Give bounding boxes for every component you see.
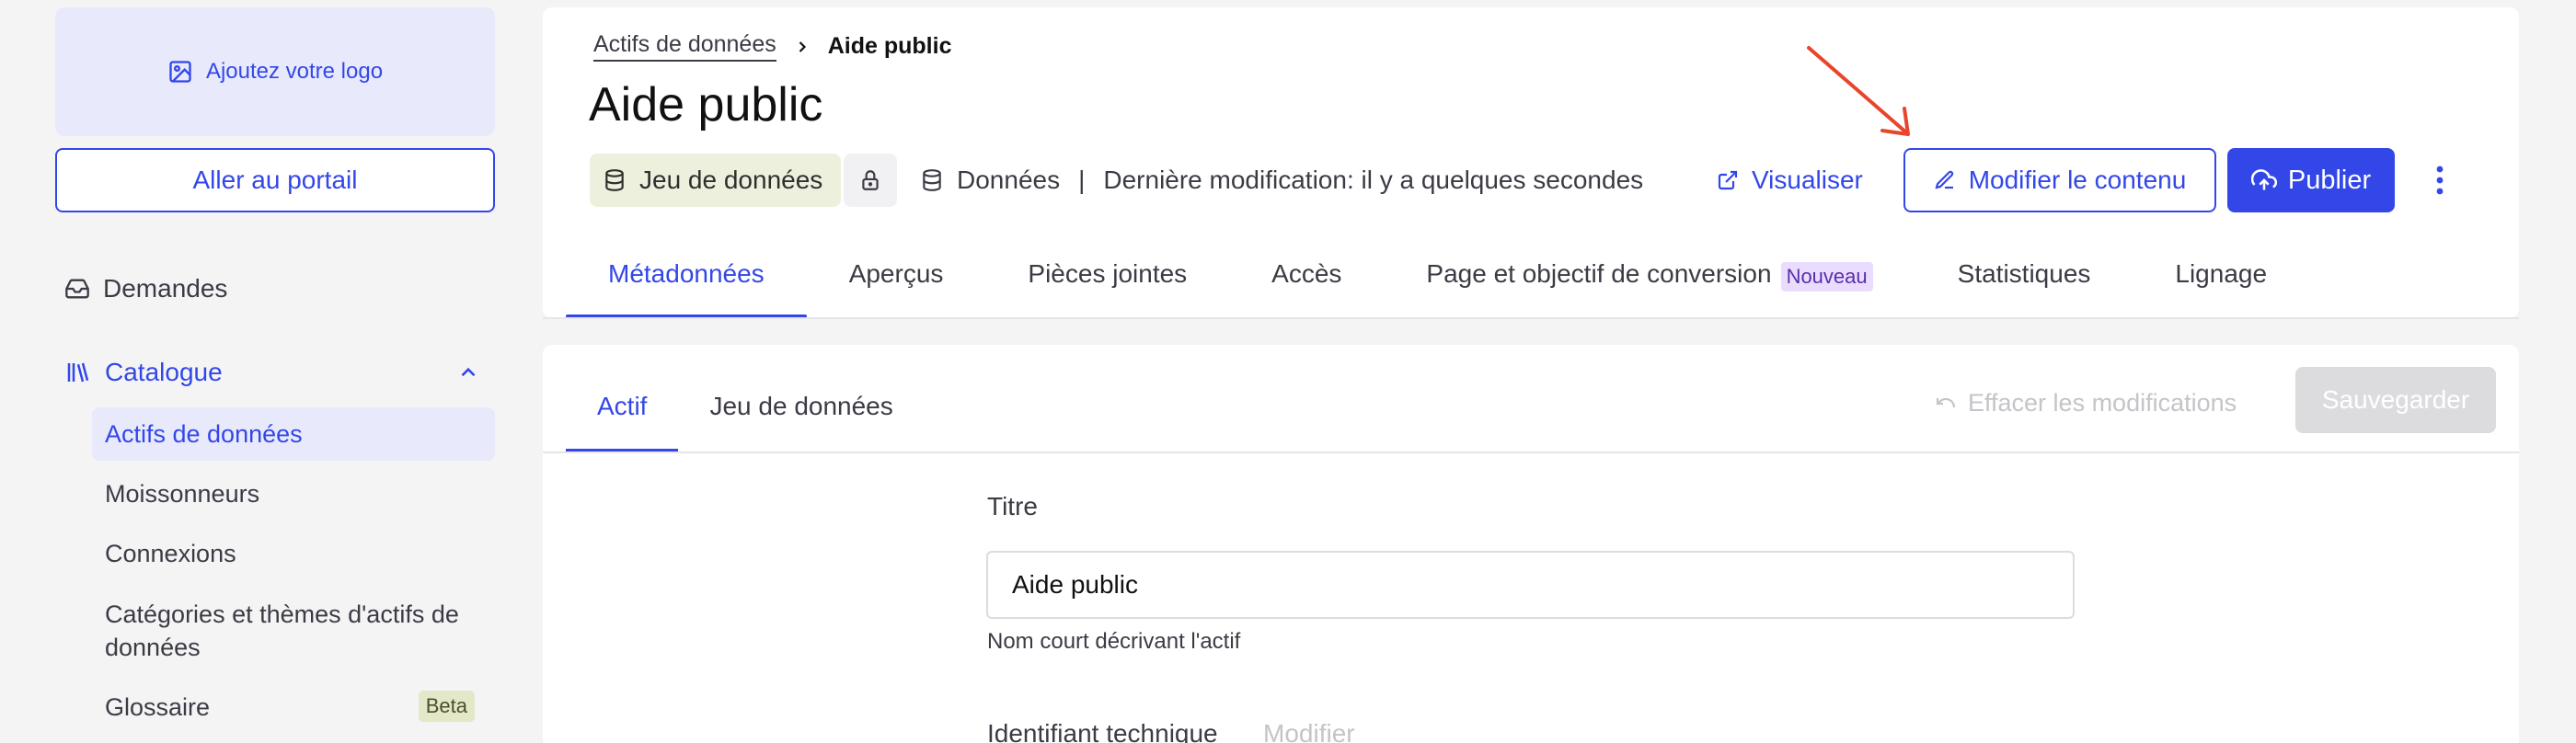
asset-type-label: Jeu de données (639, 166, 823, 194)
sidebar-subitem-glossaire[interactable]: Glossaire Beta (92, 688, 495, 726)
pencil-icon (1934, 169, 1956, 191)
add-logo-placeholder[interactable]: Ajoutez votre logo (55, 7, 495, 136)
title-input[interactable] (986, 551, 2075, 619)
subtab-actif[interactable]: Actif (566, 377, 679, 452)
sidebar-subitem-categories[interactable]: Catégories et thèmes d'actifs de données (92, 596, 495, 669)
chevron-right-icon (793, 38, 811, 56)
tab-label: Page et objectif de conversion (1426, 259, 1772, 288)
edit-content-label: Modifier le contenu (1968, 166, 2187, 194)
sidebar-item-catalogue[interactable]: Catalogue (64, 354, 223, 391)
inbox-icon (64, 276, 90, 302)
undo-icon (1935, 392, 1957, 414)
access-lock-badge[interactable] (844, 154, 897, 207)
tab-statistiques[interactable]: Statistiques (1915, 248, 2133, 318)
sidebar-item-label: Demandes (103, 274, 228, 303)
visualize-label: Visualiser (1752, 166, 1863, 194)
tab-acces[interactable]: Accès (1229, 248, 1384, 318)
library-icon (64, 359, 92, 386)
asset-source-label: Données (957, 166, 1061, 194)
technical-id-label: Identifiant technique (987, 719, 1218, 743)
title-field-help: Nom court décrivant l'actif (987, 629, 1241, 654)
sidebar-item-label: Glossaire (105, 692, 211, 721)
breadcrumb-parent-link[interactable]: Actifs de données (593, 31, 776, 62)
asset-tabs: Métadonnées Aperçus Pièces jointes Accès… (566, 248, 2309, 318)
publish-label: Publier (2287, 165, 2372, 195)
sidebar-subitem-moissonneurs[interactable]: Moissonneurs (92, 475, 495, 512)
sidebar-item-demandes[interactable]: Demandes (64, 270, 227, 307)
clear-changes-button[interactable]: Effacer les modifications (1935, 384, 2237, 421)
metadata-subtabs: Actif Jeu de données (566, 377, 925, 452)
save-button[interactable]: Sauvegarder (2295, 367, 2496, 433)
tab-metadonnees[interactable]: Métadonnées (566, 248, 807, 318)
sidebar-item-label: Catalogue (105, 358, 223, 386)
publish-button[interactable]: Publier (2227, 148, 2395, 212)
tab-pieces-jointes[interactable]: Pièces jointes (985, 248, 1229, 318)
database-icon (603, 168, 627, 192)
title-field-label: Titre (987, 492, 1038, 520)
subtabs-divider (543, 452, 2519, 453)
chevron-up-icon[interactable] (456, 360, 480, 384)
edit-content-button[interactable]: Modifier le contenu (1903, 148, 2216, 212)
beta-badge: Beta (418, 691, 475, 722)
cloud-upload-icon (2250, 167, 2277, 193)
image-icon (167, 59, 193, 85)
external-link-icon (1717, 169, 1739, 191)
page-title: Aide public (589, 78, 823, 131)
lock-icon (858, 168, 882, 192)
asset-type-badge: Jeu de données (590, 154, 842, 207)
technical-id-modify-link[interactable]: Modifier (1263, 719, 1355, 743)
annotation-arrow-icon (1794, 37, 1923, 147)
visualize-link[interactable]: Visualiser (1717, 162, 1863, 199)
meta-separator: | (1078, 166, 1086, 194)
sidebar-subitem-connexions[interactable]: Connexions (92, 535, 495, 572)
add-logo-label: Ajoutez votre logo (205, 59, 384, 84)
new-badge: Nouveau (1780, 262, 1873, 291)
tab-lignage[interactable]: Lignage (2133, 248, 2309, 318)
go-to-portal-button[interactable]: Aller au portail (55, 148, 495, 212)
subtab-jeu-de-donnees[interactable]: Jeu de données (678, 377, 924, 452)
breadcrumb-current: Aide public (827, 33, 952, 59)
asset-meta-info: Données | Dernière modification: il y a … (920, 162, 1643, 199)
sidebar-subitem-actifs[interactable]: Actifs de données (92, 407, 495, 461)
tab-apercus[interactable]: Aperçus (807, 248, 986, 318)
clear-changes-label: Effacer les modifications (1968, 388, 2237, 417)
tabs-divider (543, 317, 2519, 319)
breadcrumb: Actifs de données Aide public (593, 31, 951, 62)
more-options-icon[interactable] (2421, 162, 2458, 199)
last-modified-label: Dernière modification: il y a quelques s… (1103, 166, 1644, 194)
tab-page-conversion[interactable]: Page et objectif de conversion Nouveau (1384, 248, 1915, 318)
database-icon (920, 168, 944, 192)
